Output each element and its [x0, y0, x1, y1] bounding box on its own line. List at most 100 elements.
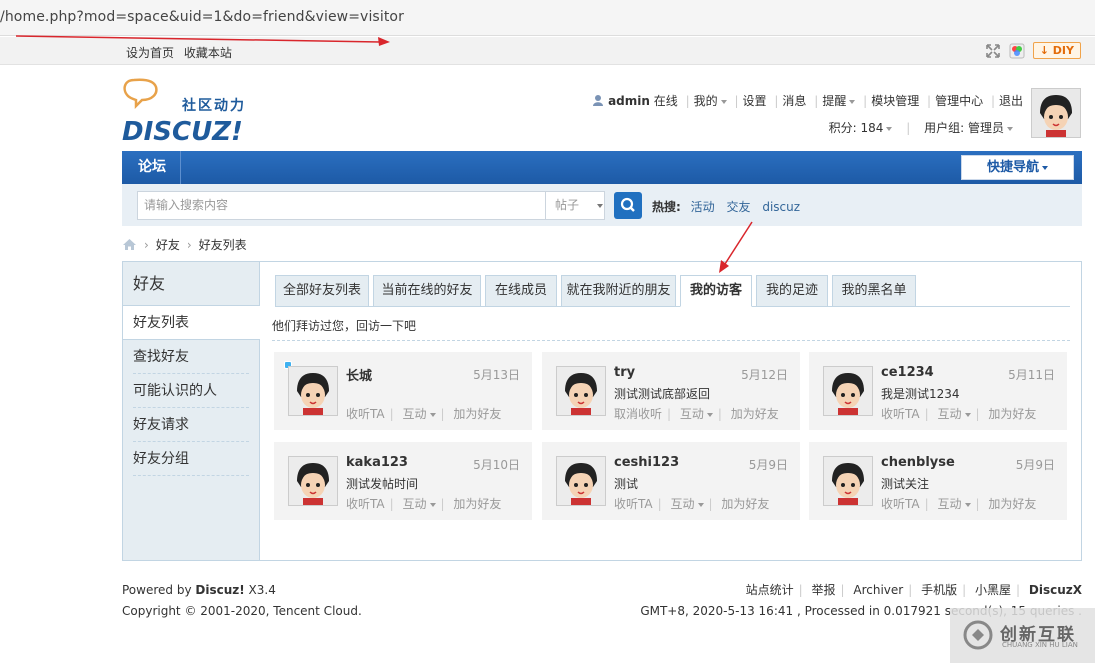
footer-link-report[interactable]: 举报	[812, 583, 836, 597]
tab-blacklist[interactable]: 我的黑名单	[832, 275, 916, 307]
visitor-name[interactable]: 长城	[346, 365, 372, 384]
add-friend-link[interactable]: 加为好友	[731, 407, 779, 421]
visit-date: 5月12日	[741, 368, 788, 382]
avatar[interactable]	[823, 456, 873, 506]
menu-logout[interactable]: 退出	[999, 94, 1023, 108]
menu-settings[interactable]: 设置	[743, 94, 767, 108]
points-link[interactable]: 积分: 184	[829, 121, 884, 135]
follow-link[interactable]: 收听TA	[614, 497, 653, 511]
site-logo[interactable]: 社区动力 DISCUZ!	[122, 76, 257, 147]
sidebar-item-may-know[interactable]: 可能认识的人	[133, 374, 249, 408]
chevron-down-icon	[1007, 126, 1013, 131]
search-input[interactable]: 请输入搜索内容	[137, 191, 545, 220]
visitor-card: kaka123 5月10日 测试发帖时间 收听TA | 互动 | 加为好友	[274, 442, 532, 520]
tab-all-friends[interactable]: 全部好友列表	[275, 275, 369, 307]
quick-nav-button[interactable]: 快捷导航	[961, 155, 1074, 180]
add-friend-link[interactable]: 加为好友	[988, 407, 1036, 421]
fullscreen-icon[interactable]	[985, 43, 1001, 59]
chevron-down-icon	[964, 502, 971, 507]
tab-online-members[interactable]: 在线成员	[485, 275, 557, 307]
footer-brand-link[interactable]: DiscuzX	[1029, 583, 1082, 597]
hot-searches: 热搜: 活动 交友 discuz	[652, 198, 808, 215]
visitor-status: 测试	[614, 477, 639, 491]
arrow-line	[724, 221, 753, 265]
add-friend-link[interactable]: 加为好友	[988, 497, 1036, 511]
user-stats: 积分: 184 | 用户组: 管理员	[829, 119, 1013, 136]
visitor-name[interactable]: chenblyse	[881, 455, 955, 470]
tab-my-footprints[interactable]: 我的足迹	[756, 275, 828, 307]
breadcrumb-friend-list[interactable]: 好友列表	[199, 236, 247, 253]
follow-link[interactable]: 收听TA	[346, 407, 385, 421]
chevron-down-icon	[429, 502, 436, 507]
sidebar-item-find-friends[interactable]: 查找好友	[133, 340, 249, 374]
address-bar[interactable]: /home.php?mod=space&uid=1&do=friend&view…	[0, 0, 1095, 36]
add-friend-link[interactable]: 加为好友	[453, 407, 501, 421]
search-bar: 请输入搜索内容 帖子 热搜: 活动 交友 discuz	[122, 184, 1082, 226]
home-icon[interactable]	[122, 238, 137, 251]
interact-link[interactable]: 互动	[680, 407, 704, 421]
footer-link-stats[interactable]: 站点统计	[746, 583, 794, 597]
powered-by: Powered by Discuz! X3.4	[122, 580, 362, 601]
chevron-down-icon	[886, 126, 893, 131]
search-type-select[interactable]: 帖子	[545, 191, 605, 220]
visitor-card: try 5月12日 测试测试底部返回 取消收听 | 互动 | 加为好友	[542, 352, 800, 430]
sidebar-item-friend-list[interactable]: 好友列表	[123, 306, 260, 340]
username-link[interactable]: admin	[608, 94, 650, 108]
visitor-name[interactable]: ce1234	[881, 365, 934, 380]
diy-button[interactable]: ↓ DIY	[1032, 42, 1081, 59]
follow-link[interactable]: 收听TA	[346, 497, 385, 511]
breadcrumb-friends[interactable]: 好友	[156, 236, 180, 253]
follow-link[interactable]: 收听TA	[881, 407, 920, 421]
visitor-actions: 收听TA | 互动 | 加为好友	[881, 497, 1037, 511]
tab-online-friends[interactable]: 当前在线的好友	[373, 275, 481, 307]
bookmark-link[interactable]: 收藏本站	[184, 46, 232, 60]
copyright: Copyright © 2001-2020, Tencent Cloud.	[122, 604, 362, 618]
avatar[interactable]	[556, 366, 606, 416]
visitor-name[interactable]: ceshi123	[614, 455, 679, 470]
interact-link[interactable]: 互动	[670, 497, 694, 511]
url-text[interactable]: /home.php?mod=space&uid=1&do=friend&view…	[0, 9, 404, 25]
sidebar-item-friend-requests[interactable]: 好友请求	[133, 408, 249, 442]
nav-forum[interactable]: 论坛	[122, 151, 181, 184]
hot-link[interactable]: 交友	[726, 200, 750, 214]
interact-link[interactable]: 互动	[937, 407, 961, 421]
menu-reminders[interactable]: 提醒	[822, 94, 846, 108]
add-friend-link[interactable]: 加为好友	[453, 497, 501, 511]
hot-link[interactable]: discuz	[762, 200, 800, 214]
footer-link-archiver[interactable]: Archiver	[853, 583, 903, 597]
visit-date: 5月10日	[473, 458, 520, 472]
tab-my-visitors[interactable]: 我的访客	[680, 275, 752, 307]
footer-link-mobile[interactable]: 手机版	[921, 583, 957, 597]
avatar[interactable]	[1031, 88, 1081, 138]
avatar[interactable]	[556, 456, 606, 506]
add-friend-link[interactable]: 加为好友	[721, 497, 769, 511]
menu-module-admin[interactable]: 模块管理	[871, 94, 919, 108]
footer-link-blackroom[interactable]: 小黑屋	[975, 583, 1011, 597]
visitor-name[interactable]: try	[614, 365, 635, 380]
discuz-link[interactable]: Discuz!	[195, 583, 244, 597]
set-home-link[interactable]: 设为首页	[126, 46, 174, 60]
usergroup-link[interactable]: 用户组: 管理员	[924, 121, 1004, 135]
sidebar-item-friend-groups[interactable]: 好友分组	[133, 442, 249, 476]
menu-my[interactable]: 我的	[694, 94, 718, 108]
hot-link[interactable]: 活动	[691, 200, 715, 214]
interact-link[interactable]: 互动	[937, 497, 961, 511]
interact-link[interactable]: 互动	[402, 497, 426, 511]
avatar[interactable]	[823, 366, 873, 416]
avatar[interactable]	[288, 456, 338, 506]
unfollow-link[interactable]: 取消收听	[614, 407, 662, 421]
interact-link[interactable]: 互动	[402, 407, 426, 421]
avatar[interactable]	[288, 366, 338, 416]
discuz-logo-icon: 社区动力 DISCUZ!	[122, 78, 244, 147]
visitor-name[interactable]: kaka123	[346, 455, 408, 470]
menu-messages[interactable]: 消息	[782, 94, 806, 108]
footer-left: Powered by Discuz! X3.4 Copyright © 2001…	[122, 580, 362, 622]
search-button[interactable]	[614, 192, 642, 219]
follow-link[interactable]: 收听TA	[881, 497, 920, 511]
sidebar: 好友 好友列表 查找好友 可能认识的人 好友请求 好友分组	[123, 262, 260, 560]
visit-date: 5月9日	[1015, 458, 1055, 472]
avatar-face-icon	[557, 367, 605, 415]
tab-nearby-friends[interactable]: 就在我附近的朋友	[561, 275, 676, 307]
menu-admin-center[interactable]: 管理中心	[935, 94, 983, 108]
color-palette-icon[interactable]	[1009, 43, 1025, 59]
